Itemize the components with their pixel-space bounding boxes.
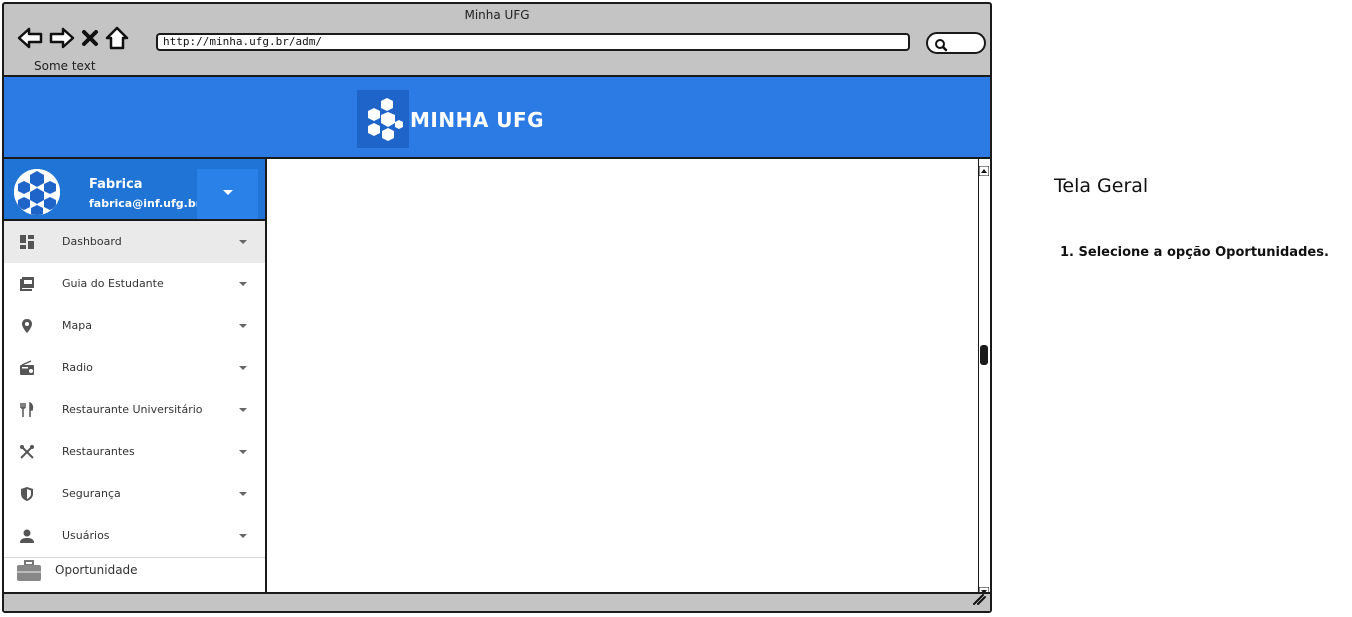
sidebar-item-label: Restaurante Universitário (62, 403, 203, 416)
sidebar-item-label: Usuários (62, 529, 110, 542)
utensils-icon (19, 401, 37, 418)
sidebar-item-label: Mapa (62, 319, 92, 332)
avatar (14, 169, 60, 215)
scroll-up-icon[interactable] (978, 161, 990, 177)
forward-icon[interactable] (48, 26, 76, 50)
sidebar-item-dashboard[interactable]: Dashboard (4, 221, 265, 263)
sidebar-item-radio[interactable]: Radio (4, 347, 265, 389)
user-icon (19, 528, 37, 544)
sidebar-item-label: Restaurantes (62, 445, 135, 458)
scroll-thumb[interactable] (980, 345, 988, 365)
sidebar-item-restaurante-universitario[interactable]: Restaurante Universitário (4, 389, 265, 431)
briefcase-icon (16, 560, 42, 586)
profile-dropdown-button[interactable] (197, 169, 258, 219)
resize-grip-icon[interactable] (972, 590, 986, 609)
dashboard-icon (19, 234, 37, 250)
profile-email: fabrica@inf.ufg.br (89, 197, 202, 210)
search-icon (934, 37, 948, 56)
sidebar-item-label: Radio (62, 361, 93, 374)
sidebar-item-restaurantes[interactable]: Restaurantes (4, 431, 265, 473)
avatar-hexagon-icon (14, 169, 60, 215)
main-content (267, 159, 978, 592)
app-header: MINHA UFG (4, 75, 990, 159)
search-box[interactable] (926, 32, 986, 54)
sidebar-menu: Dashboard Guia do Estudante Mapa Radio R… (4, 221, 265, 557)
status-text: Some text (34, 59, 96, 73)
status-bar (4, 592, 990, 611)
sidebar-item-usuarios[interactable]: Usuários (4, 515, 265, 557)
sidebar-item-label: Dashboard (62, 235, 122, 248)
profile-panel: Fabrica fabrica@inf.ufg.br (4, 159, 265, 221)
note-steps: 1. Selecione a opção Oportunidades. (1060, 245, 1329, 260)
chevron-down-icon (239, 534, 247, 538)
nav-controls (16, 24, 130, 52)
sidebar-item-seguranca[interactable]: Segurança (4, 473, 265, 515)
hexagon-logo-icon (368, 98, 403, 141)
note-title: Tela Geral (1054, 175, 1149, 197)
sidebar-item-mapa[interactable]: Mapa (4, 305, 265, 347)
chevron-down-icon (239, 324, 247, 328)
sidebar-item-oportunidade[interactable]: Oportunidade (4, 557, 265, 592)
map-pin-icon (19, 318, 37, 334)
radio-icon (19, 360, 37, 376)
chevron-down-icon (239, 492, 247, 496)
window-title: Minha UFG (464, 8, 530, 22)
address-bar[interactable]: http://minha.ufg.br/adm/ (156, 33, 910, 51)
note-step: 1. Selecione a opção Oportunidades. (1060, 245, 1329, 260)
sidebar: Fabrica fabrica@inf.ufg.br Dashboard Gui… (4, 159, 267, 592)
close-icon[interactable] (80, 26, 100, 50)
chevron-down-icon (223, 190, 233, 195)
home-icon[interactable] (104, 26, 130, 50)
chevron-down-icon (239, 282, 247, 286)
chevron-down-icon (239, 450, 247, 454)
chevron-down-icon (239, 240, 247, 244)
oportunidade-label: Oportunidade (55, 563, 138, 577)
browser-window: Minha UFG http://minha.ufg.br/adm/ Some … (2, 2, 992, 613)
pdf-icon (19, 276, 37, 292)
sidebar-item-label: Segurança (62, 487, 121, 500)
chevron-down-icon (239, 366, 247, 370)
brand-name: MINHA UFG (410, 108, 545, 132)
back-icon[interactable] (16, 26, 44, 50)
profile-name: Fabrica (89, 177, 143, 192)
sidebar-item-label: Guia do Estudante (62, 277, 164, 290)
chevron-down-icon (239, 408, 247, 412)
vertical-scrollbar[interactable] (978, 159, 990, 598)
logo (357, 90, 409, 148)
crossed-utensils-icon (19, 444, 37, 460)
sidebar-item-guia-do-estudante[interactable]: Guia do Estudante (4, 263, 265, 305)
shield-icon (19, 486, 37, 502)
